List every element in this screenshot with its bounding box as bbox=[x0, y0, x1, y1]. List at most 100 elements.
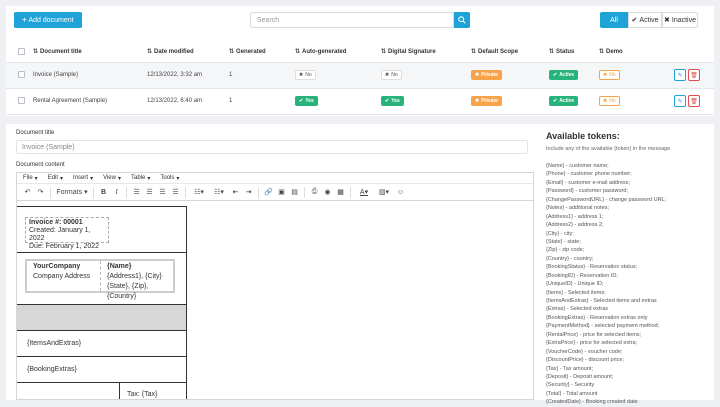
plus-icon: + bbox=[22, 16, 27, 24]
text-color-icon[interactable]: A▾ bbox=[354, 186, 374, 199]
caret-down-icon: ▾ bbox=[84, 189, 88, 196]
customer-state: {State}, {Zip}, bbox=[107, 283, 149, 290]
invoice-info: Invoice #: 00001 Created: January 1, 202… bbox=[25, 217, 109, 250]
col-generated[interactable]: ⇅ Generated bbox=[225, 42, 291, 63]
doc-date: 12/13/2022, 6:40 am bbox=[143, 88, 225, 115]
delete-button[interactable]: 🗑 bbox=[688, 69, 700, 81]
print-icon[interactable]: ⎙ bbox=[308, 186, 321, 199]
status-badge: ✔ Active bbox=[549, 96, 579, 106]
outdent-icon[interactable]: ⇤ bbox=[229, 186, 242, 199]
doc-date: 12/13/2022, 3:32 am bbox=[143, 62, 225, 89]
menu-edit-label: Edit bbox=[47, 175, 59, 181]
doc-generated: 1 bbox=[225, 88, 291, 115]
caret-down-icon: ▾ bbox=[117, 175, 121, 182]
cross-icon: ✖ bbox=[385, 72, 390, 78]
align-justify-icon[interactable]: ☰ bbox=[169, 186, 182, 199]
preview-icon[interactable]: ◉ bbox=[321, 186, 334, 199]
invoice-template: Invoice #: 00001 Created: January 1, 202… bbox=[17, 206, 187, 399]
formats-dropdown[interactable]: Formats ▾ bbox=[54, 186, 90, 199]
token-item: {BookingExtras} - Reservation extras onl… bbox=[546, 314, 648, 321]
bullet-list-icon[interactable]: ☷▾ bbox=[189, 186, 209, 199]
sort-icon: ⇅ bbox=[381, 49, 387, 56]
col-status[interactable]: ⇅ Status bbox=[545, 42, 595, 63]
numbered-list-icon[interactable]: ☷▾ bbox=[209, 186, 229, 199]
select-all-checkbox[interactable] bbox=[18, 48, 25, 56]
auto-generated-badge: ✔ Yes bbox=[295, 96, 318, 106]
col-auto[interactable]: ⇅ Auto-generated bbox=[291, 42, 377, 63]
status-value: Active bbox=[559, 98, 575, 104]
menu-table[interactable]: Table ▾ bbox=[131, 175, 150, 182]
check-icon: ✔ bbox=[553, 98, 558, 104]
filter-inactive-label: Inactive bbox=[671, 16, 696, 24]
col-actions bbox=[655, 42, 714, 63]
editor-content[interactable]: Invoice #: 00001 Created: January 1, 202… bbox=[17, 202, 533, 399]
emoticon-icon[interactable]: ☺ bbox=[394, 186, 407, 199]
col-title[interactable]: ⇅ Document title bbox=[29, 42, 143, 63]
col-demo[interactable]: ⇅ Demo bbox=[595, 42, 655, 63]
demo-badge: ✖ No bbox=[599, 70, 620, 80]
company-address: Company Address bbox=[33, 273, 91, 280]
document-title-input[interactable]: Invoice (Sample) bbox=[16, 140, 528, 154]
search-input[interactable]: Search bbox=[250, 12, 454, 28]
title-label: Document title bbox=[16, 130, 55, 136]
signature-badge: ✖ No bbox=[381, 70, 402, 80]
check-icon: ✔ bbox=[553, 72, 558, 78]
background-color-icon[interactable]: ▨▾ bbox=[374, 186, 394, 199]
filter-inactive[interactable]: ✖ Inactive bbox=[662, 12, 698, 28]
code-icon[interactable]: ▦ bbox=[334, 186, 347, 199]
col-scope[interactable]: ⇅ Default Scope bbox=[467, 42, 545, 63]
indent-icon[interactable]: ⇥ bbox=[242, 186, 255, 199]
menu-insert[interactable]: Insert ▾ bbox=[73, 175, 93, 182]
menu-view[interactable]: View ▾ bbox=[103, 175, 121, 182]
doc-title[interactable]: Invoice (Sample) bbox=[29, 62, 143, 89]
table-row[interactable]: Invoice (Sample) 12/13/2022, 3:32 am 1 ✖… bbox=[6, 62, 714, 89]
link-icon[interactable]: 🔗 bbox=[262, 186, 275, 199]
filter-active[interactable]: ✔ Active bbox=[628, 12, 662, 28]
caret-down-icon: ▾ bbox=[176, 175, 180, 182]
company-info: YourCompany Company Address bbox=[27, 261, 101, 291]
check-icon: ✔ bbox=[631, 17, 638, 24]
col-date[interactable]: ⇅ Date modified bbox=[143, 42, 225, 63]
extras-token: {BookingExtras} bbox=[27, 366, 77, 373]
cross-icon: ✖ bbox=[603, 98, 608, 104]
align-right-icon[interactable]: ☰ bbox=[156, 186, 169, 199]
media-icon[interactable]: ▤ bbox=[288, 186, 301, 199]
row-checkbox[interactable] bbox=[18, 97, 25, 105]
col-demo-label: Demo bbox=[606, 49, 623, 56]
customer-country: {Country} bbox=[107, 293, 137, 300]
scope-badge: ✖ Private bbox=[471, 70, 502, 80]
table-row[interactable]: Rental Agreement (Sample) 12/13/2022, 6:… bbox=[6, 88, 714, 115]
menu-view-label: View bbox=[103, 175, 116, 181]
customer-name: {Name} bbox=[107, 263, 132, 270]
menu-tools[interactable]: Tools ▾ bbox=[160, 175, 180, 182]
add-document-button[interactable]: + Add document bbox=[14, 12, 82, 28]
edit-button[interactable]: ✎ bbox=[674, 95, 686, 107]
delete-button[interactable]: 🗑 bbox=[688, 95, 700, 107]
italic-icon[interactable]: I bbox=[110, 186, 123, 199]
token-item: {City} - city; bbox=[546, 230, 574, 237]
pencil-icon: ✎ bbox=[677, 98, 683, 105]
menu-edit[interactable]: Edit ▾ bbox=[47, 175, 63, 182]
row-checkbox[interactable] bbox=[18, 71, 25, 79]
filter-all[interactable]: All bbox=[600, 12, 628, 28]
menu-file[interactable]: File ▾ bbox=[23, 175, 38, 182]
redo-icon[interactable]: ↷ bbox=[34, 186, 47, 199]
toolbar-divider bbox=[93, 186, 94, 198]
token-item: {ChangePasswordURL} - change password UR… bbox=[546, 196, 667, 203]
align-left-icon[interactable]: ☰ bbox=[130, 186, 143, 199]
bold-icon[interactable]: B bbox=[97, 186, 110, 199]
sort-icon: ⇅ bbox=[147, 49, 153, 56]
col-signature[interactable]: ⇅ Digital Signature bbox=[377, 42, 467, 63]
sort-icon: ⇅ bbox=[295, 49, 301, 56]
undo-icon[interactable]: ↶ bbox=[21, 186, 34, 199]
token-item: {Extras} - Selected extras bbox=[546, 306, 609, 313]
align-center-icon[interactable]: ☰ bbox=[143, 186, 156, 199]
invoice-due: Due: February 1, 2022 bbox=[29, 243, 100, 250]
edit-button[interactable]: ✎ bbox=[674, 69, 686, 81]
scope-value: Private bbox=[481, 98, 498, 104]
token-item: {Email} - customer e-mail address; bbox=[546, 179, 631, 186]
image-icon[interactable]: ▣ bbox=[275, 186, 288, 199]
extras-row: {BookingExtras} bbox=[17, 357, 186, 383]
doc-title[interactable]: Rental Agreement (Sample) bbox=[29, 88, 143, 115]
search-button[interactable] bbox=[454, 12, 470, 28]
